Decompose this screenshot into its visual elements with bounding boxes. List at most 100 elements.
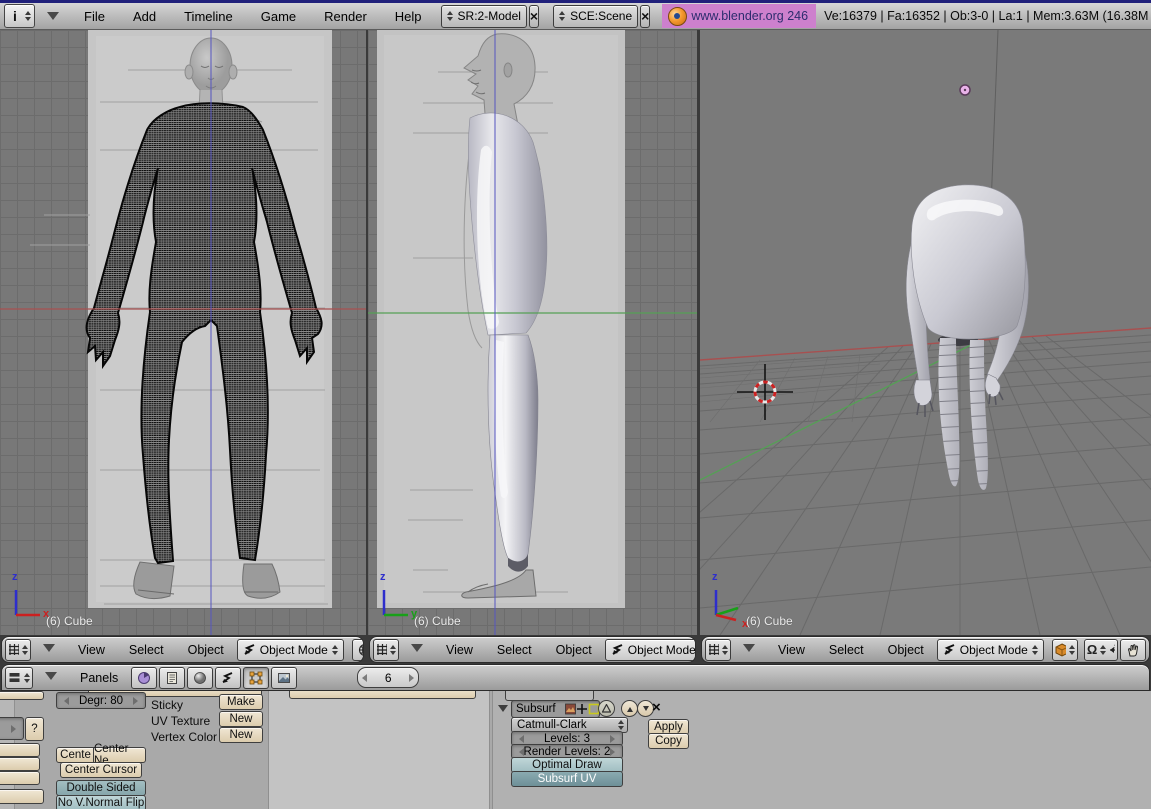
mode-dropdown[interactable]: Object Mode bbox=[604, 638, 696, 661]
viewport-perspective[interactable]: z x (6) Cube bbox=[700, 30, 1151, 635]
clipped-button[interactable] bbox=[0, 691, 44, 700]
new-label: New bbox=[229, 713, 253, 725]
frame-prev-icon[interactable] bbox=[358, 673, 368, 682]
menu-object[interactable]: Object bbox=[877, 643, 935, 657]
modifier-cage-button[interactable] bbox=[598, 700, 615, 717]
menu-game[interactable]: Game bbox=[248, 9, 309, 24]
clipped-number-field[interactable] bbox=[0, 717, 24, 740]
editor-type-button[interactable]: i bbox=[4, 4, 35, 28]
editor-type-button[interactable] bbox=[5, 638, 31, 661]
close-scene-button[interactable]: × bbox=[640, 4, 651, 28]
help-button[interactable]: ? bbox=[25, 717, 44, 741]
menu-select[interactable]: Select bbox=[118, 643, 175, 657]
menu-timeline[interactable]: Timeline bbox=[171, 9, 246, 24]
collapse-triangle-icon[interactable] bbox=[743, 643, 755, 658]
stepper-icon bbox=[1031, 642, 1038, 658]
screen-selector[interactable]: SR:2-Model bbox=[440, 4, 527, 28]
sticky-make-button[interactable]: Make bbox=[219, 694, 263, 710]
menu-view[interactable]: View bbox=[767, 643, 816, 657]
degr-value: Degr: 80 bbox=[78, 694, 124, 707]
subdivision-type-value: Catmull-Clark bbox=[517, 719, 587, 731]
object-mode-icon bbox=[244, 644, 255, 655]
editor-type-button[interactable] bbox=[705, 638, 731, 661]
globe-button[interactable] bbox=[351, 638, 363, 661]
modifier-delete-button[interactable]: × bbox=[652, 699, 661, 716]
shaded-model-perspective[interactable] bbox=[906, 184, 1029, 500]
draw-type-dropdown[interactable] bbox=[1051, 638, 1078, 661]
close-icon: × bbox=[652, 699, 661, 716]
blender-version-link[interactable]: www.blender.org 246 bbox=[662, 4, 817, 28]
modifier-move-up-button[interactable] bbox=[621, 700, 638, 717]
scene-icon bbox=[278, 672, 291, 683]
shading-context-button[interactable] bbox=[187, 666, 214, 689]
mode-value: Object Mode bbox=[627, 642, 696, 657]
active-object-label: (6) Cube bbox=[46, 614, 93, 628]
collapse-triangle-icon[interactable] bbox=[45, 671, 57, 686]
autosmooth-degr-slider[interactable]: Degr: 80 bbox=[56, 692, 146, 709]
centre-cursor-button[interactable]: Center Cursor bbox=[60, 762, 142, 778]
frame-number-field[interactable]: 6 bbox=[357, 667, 420, 688]
viewport-side-header: View Select Object Object Mode bbox=[369, 636, 696, 663]
collapse-triangle-icon[interactable] bbox=[43, 643, 55, 658]
clipped-button[interactable] bbox=[0, 757, 40, 771]
modifier-name-field[interactable]: Subsurf bbox=[511, 700, 600, 718]
viewport-front[interactable]: z x (6) Cube bbox=[0, 30, 366, 635]
menu-add[interactable]: Add bbox=[120, 9, 169, 24]
menu-select[interactable]: Select bbox=[486, 643, 543, 657]
panels-menu[interactable]: Panels bbox=[69, 671, 129, 685]
menu-select[interactable]: Select bbox=[818, 643, 875, 657]
stepper-icon bbox=[1100, 642, 1107, 658]
editor-type-button[interactable] bbox=[5, 666, 33, 689]
menu-file[interactable]: File bbox=[71, 9, 118, 24]
close-screen-button[interactable]: × bbox=[528, 4, 540, 28]
axis-z-label: z bbox=[380, 571, 386, 583]
axis-indicator bbox=[14, 590, 40, 617]
no-vnormal-flip-toggle[interactable]: No V.Normal Flip bbox=[56, 795, 146, 809]
mode-dropdown[interactable]: Object Mode bbox=[236, 638, 344, 661]
buttons-window[interactable]: ? Degr: 80 Sticky Make UV Texture New Ve… bbox=[0, 691, 1151, 809]
collapse-triangle-icon[interactable] bbox=[47, 12, 59, 26]
clipped-button[interactable] bbox=[0, 743, 40, 757]
no-vnormal-flip-label: No V.Normal Flip bbox=[57, 797, 145, 809]
menu-object[interactable]: Object bbox=[545, 643, 603, 657]
levels-value: Levels: 3 bbox=[543, 732, 591, 745]
modifier-visibility-icons[interactable] bbox=[565, 703, 599, 715]
clipped-button[interactable] bbox=[0, 789, 44, 804]
menu-help[interactable]: Help bbox=[382, 9, 435, 24]
logic-context-button[interactable] bbox=[131, 666, 158, 689]
lamp-object[interactable] bbox=[959, 84, 971, 96]
mode-dropdown[interactable]: Object Mode bbox=[936, 638, 1044, 661]
menu-view[interactable]: View bbox=[67, 643, 116, 657]
subsurf-uv-toggle[interactable]: Subsurf UV bbox=[511, 771, 623, 787]
clipped-button[interactable] bbox=[0, 771, 40, 785]
pan-button[interactable] bbox=[1120, 638, 1146, 661]
centre-new-button[interactable]: Center Ne bbox=[93, 743, 146, 767]
viewport-side[interactable]: z y (6) Cube bbox=[368, 30, 697, 635]
modifier-collapse-icon[interactable] bbox=[498, 705, 508, 717]
scene-context-button[interactable] bbox=[271, 666, 298, 689]
grid-icon bbox=[9, 644, 19, 655]
double-sided-label: Double Sided bbox=[66, 782, 136, 794]
grid-icon bbox=[709, 644, 719, 655]
collapse-triangle-icon[interactable] bbox=[411, 643, 423, 658]
script-context-button[interactable] bbox=[159, 666, 186, 689]
double-sided-toggle[interactable]: Double Sided bbox=[56, 780, 146, 796]
centre-button[interactable]: Cente bbox=[56, 747, 95, 763]
logic-icon bbox=[138, 671, 151, 684]
menu-view[interactable]: View bbox=[435, 643, 484, 657]
editor-type-button[interactable] bbox=[373, 638, 399, 661]
chevron-down-icon bbox=[642, 705, 649, 714]
object-context-button[interactable] bbox=[215, 666, 242, 689]
menu-object[interactable]: Object bbox=[177, 643, 235, 657]
uv-texture-new-button[interactable]: New bbox=[219, 711, 263, 727]
editing-context-button-active[interactable] bbox=[243, 666, 270, 689]
menu-render[interactable]: Render bbox=[311, 9, 380, 24]
optimal-draw-label: Optimal Draw bbox=[532, 759, 602, 771]
copy-modifier-button[interactable]: Copy bbox=[648, 733, 689, 749]
pivot-dropdown[interactable]: Ω bbox=[1083, 638, 1118, 661]
clipped-wide-button[interactable] bbox=[289, 691, 476, 699]
frame-next-icon[interactable] bbox=[409, 673, 418, 682]
vertex-color-new-button[interactable]: New bbox=[219, 727, 263, 743]
scene-selector[interactable]: SCE:Scene bbox=[553, 4, 639, 28]
object-mode-icon bbox=[944, 644, 955, 655]
